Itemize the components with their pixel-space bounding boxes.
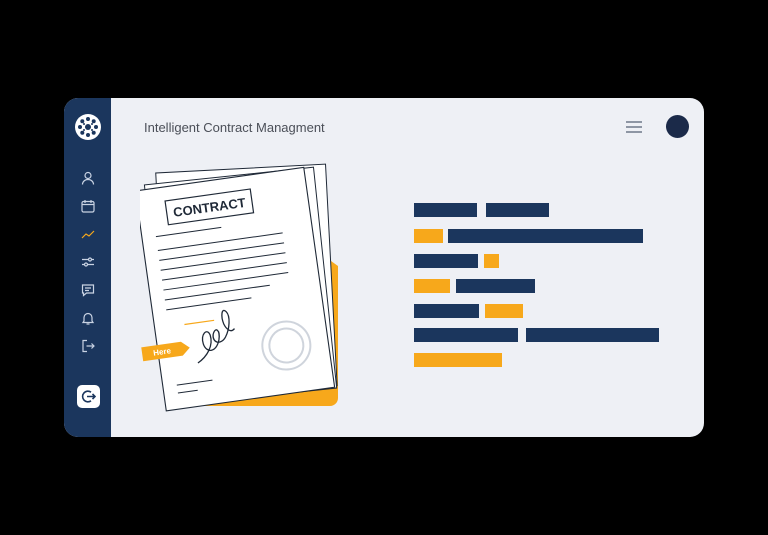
- logout-button[interactable]: [77, 385, 100, 408]
- sidebar-item-calendar[interactable]: [80, 198, 96, 214]
- placeholder-bar: [414, 279, 450, 293]
- avatar[interactable]: [666, 115, 689, 138]
- chat-icon: [81, 284, 95, 297]
- exit-icon: [82, 339, 95, 353]
- sidebar-item-exit[interactable]: [80, 338, 96, 354]
- hamburger-menu-icon[interactable]: [626, 120, 642, 134]
- user-icon: [81, 171, 95, 185]
- sliders-icon: [82, 257, 94, 267]
- sidebar-item-profile[interactable]: [80, 170, 96, 186]
- page-title: Intelligent Contract Managment: [144, 120, 325, 135]
- sidebar-item-analytics[interactable]: [80, 226, 96, 242]
- placeholder-bar: [414, 203, 477, 217]
- sidebar: [64, 98, 111, 437]
- bell-icon: [81, 312, 95, 325]
- placeholder-bar: [414, 353, 502, 367]
- placeholder-bar: [485, 304, 523, 318]
- placeholder-bar: [448, 229, 643, 243]
- sidebar-item-messages[interactable]: [80, 282, 96, 298]
- placeholder-bar: [414, 328, 518, 342]
- placeholder-bar: [414, 229, 443, 243]
- brand-logo: [75, 114, 101, 140]
- app-window: Intelligent Contract Managment CONTRACT: [64, 98, 704, 437]
- placeholder-bar: [526, 328, 659, 342]
- placeholder-bar: [414, 304, 479, 318]
- logout-icon: [81, 390, 96, 403]
- placeholder-bar: [414, 254, 478, 268]
- analytics-icon: [81, 230, 95, 239]
- sidebar-item-filters[interactable]: [80, 254, 96, 270]
- placeholder-bar: [486, 203, 549, 217]
- placeholder-bar: [456, 279, 535, 293]
- contract-illustration: CONTRACT Here: [140, 163, 338, 412]
- sidebar-item-notifications[interactable]: [80, 310, 96, 326]
- calendar-icon: [81, 200, 95, 213]
- placeholder-bar: [484, 254, 499, 268]
